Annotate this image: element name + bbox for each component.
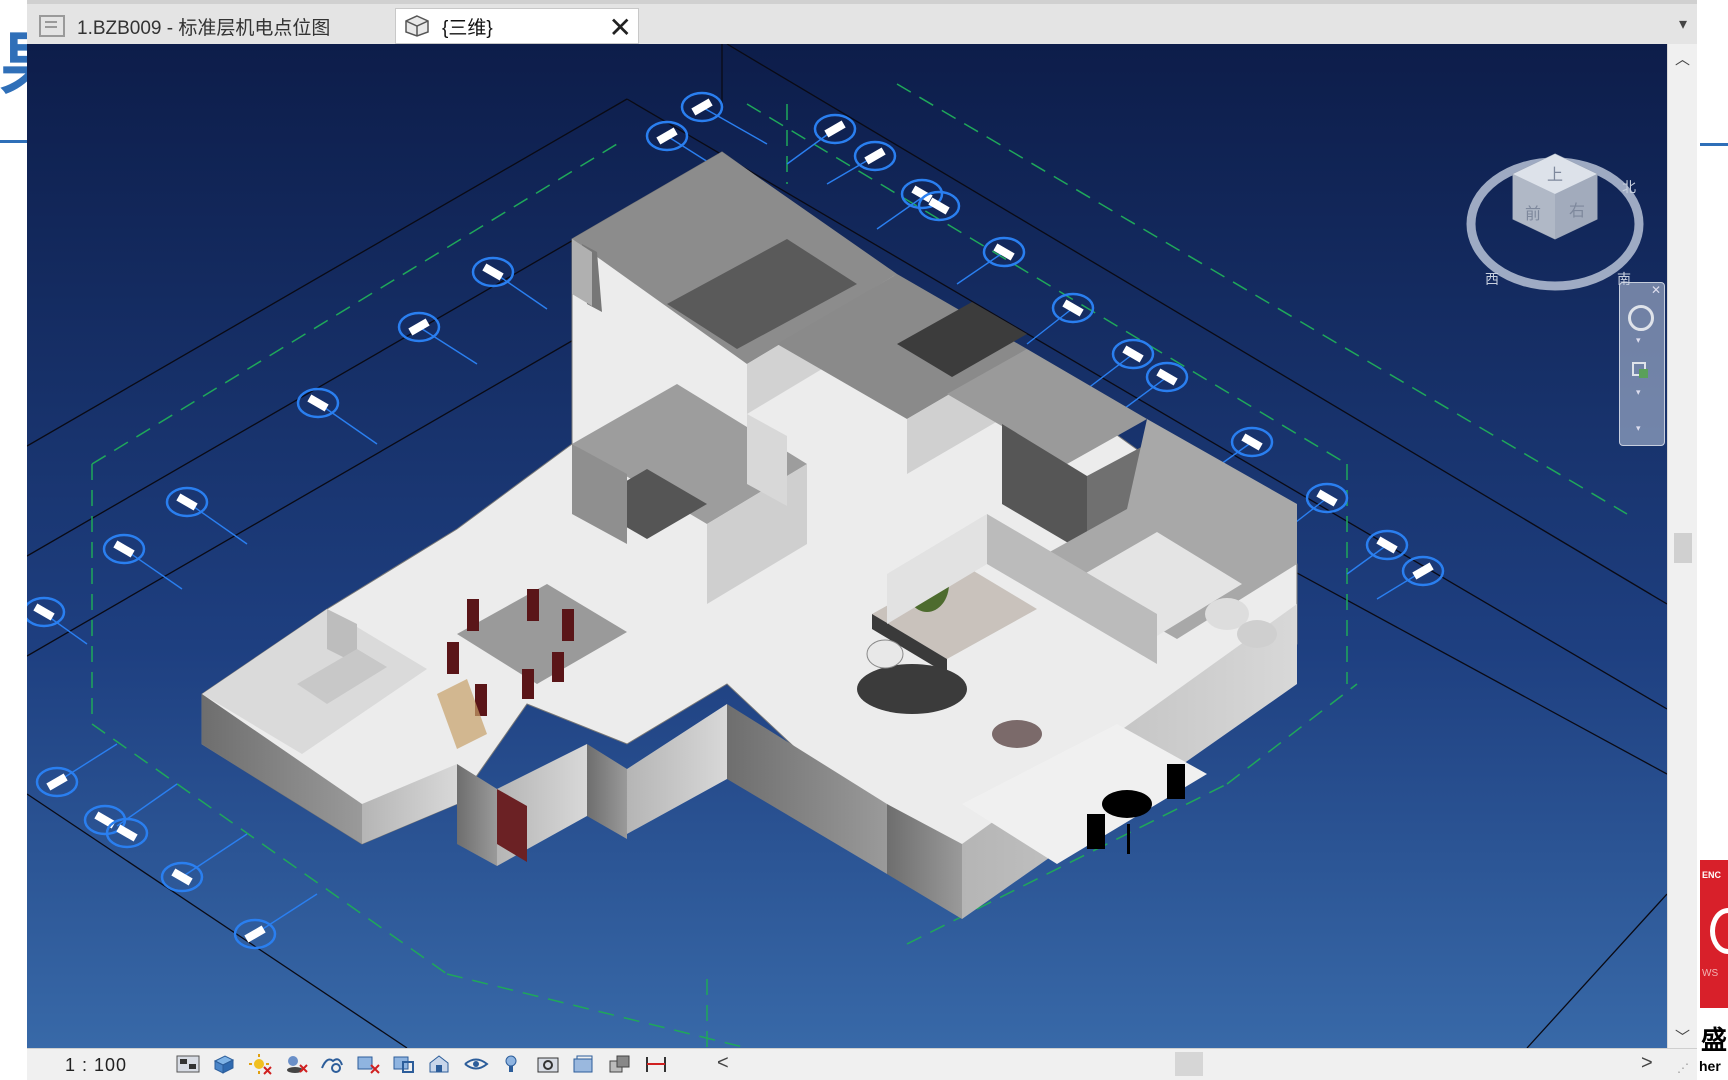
shadows-icon[interactable] [283,1053,309,1075]
scroll-left-icon[interactable]: < [717,1052,729,1075]
scrollbar-thumb[interactable] [1674,533,1692,563]
background-badge: ENC WS [1700,860,1728,1008]
armchair [866,639,904,669]
viewcube[interactable]: 上 前 右 西 南 北 [1457,104,1657,304]
temporary-hide-icon[interactable] [463,1053,489,1075]
viewcube-face-front: 前 [1525,204,1541,223]
background-rule [0,140,27,143]
tab-label: {三维} [442,17,493,39]
viewcube-face-right: 右 [1569,201,1585,220]
reveal-hidden-icon[interactable] [499,1053,525,1075]
unlock-3d-view-icon[interactable] [427,1053,453,1075]
show-crop-icon[interactable] [391,1053,417,1075]
close-icon[interactable]: ✕ [609,11,632,44]
scroll-up-icon[interactable]: ︿ [1675,48,1690,69]
side-table [992,720,1042,748]
temporary-view-properties-icon[interactable] [535,1053,561,1075]
horizontal-scrollbar-thumb[interactable] [1175,1052,1203,1076]
left-background-strip: 果 [0,0,70,1080]
badge-text: ENC [1702,870,1722,880]
tab-3d-view[interactable]: {三维} ✕ [395,8,639,44]
zoom-icon[interactable] [1631,361,1651,381]
sheet-view-icon [39,15,65,37]
chevron-down-icon[interactable]: ▾ [1636,387,1641,398]
background-text: 盛 [1701,1026,1728,1056]
badge-text-bottom: WS [1702,968,1719,979]
reveal-constraints-icon[interactable] [643,1053,669,1075]
viewcube-compass-north: 北 [1622,180,1636,196]
right-background-strip: ENC WS 盛 her [1697,0,1728,1080]
crop-view-icon[interactable] [355,1053,381,1075]
close-icon[interactable]: ✕ [1651,283,1661,297]
navigation-bar: ✕ ▾ ▾ ▾ [1619,282,1665,446]
tab-label: 1.BZB009 - 标准层机电点位图 [77,17,331,39]
pillow [1237,620,1277,648]
view-control-icons [175,1053,669,1075]
viewcube-face-top: 上 [1547,165,1563,184]
3d-viewport[interactable]: 上 前 右 西 南 北 ✕ ▾ ▾ ▾ [27,44,1667,1048]
view-tab-bar: 1.BZB009 - 标准层机电点位图 {三维} ✕ ▾ [27,0,1697,44]
customize-icon[interactable]: ▾ [1636,423,1641,434]
rendering-icon[interactable] [319,1053,345,1075]
3d-view-icon [404,15,430,37]
background-subtext: her [1699,1058,1721,1074]
visual-style-icon[interactable] [211,1053,237,1075]
balcony-table [1102,790,1152,818]
vertical-scrollbar[interactable]: ︿ ﹀ [1667,44,1697,1048]
viewcube-compass-west: 西 [1485,272,1499,288]
background-rule [1700,143,1728,146]
sun-path-icon[interactable] [247,1053,273,1075]
hide-analytical-icon[interactable] [571,1053,597,1075]
view-scale[interactable]: 1 : 100 [65,1055,127,1076]
resize-grip-icon[interactable]: ⋰ [1677,1061,1689,1075]
chevron-down-icon[interactable]: ▾ [1636,335,1641,346]
highlight-displacement-icon[interactable] [607,1053,633,1075]
tab-floor-plan[interactable]: 1.BZB009 - 标准层机电点位图 [31,8,391,44]
steering-wheel-icon[interactable] [1628,305,1654,331]
coffee-table [857,664,967,714]
badge-ring-icon [1710,908,1728,954]
3d-model-canvas[interactable] [27,44,1667,1048]
detail-level-icon[interactable] [175,1053,201,1075]
tab-menu-chevron-icon[interactable]: ▾ [1679,14,1687,34]
scroll-down-icon[interactable]: ﹀ [1675,1026,1690,1047]
view-control-bar: 1 : 100 < > ⋰ [27,1048,1697,1080]
scroll-right-icon[interactable]: > [1641,1052,1653,1075]
